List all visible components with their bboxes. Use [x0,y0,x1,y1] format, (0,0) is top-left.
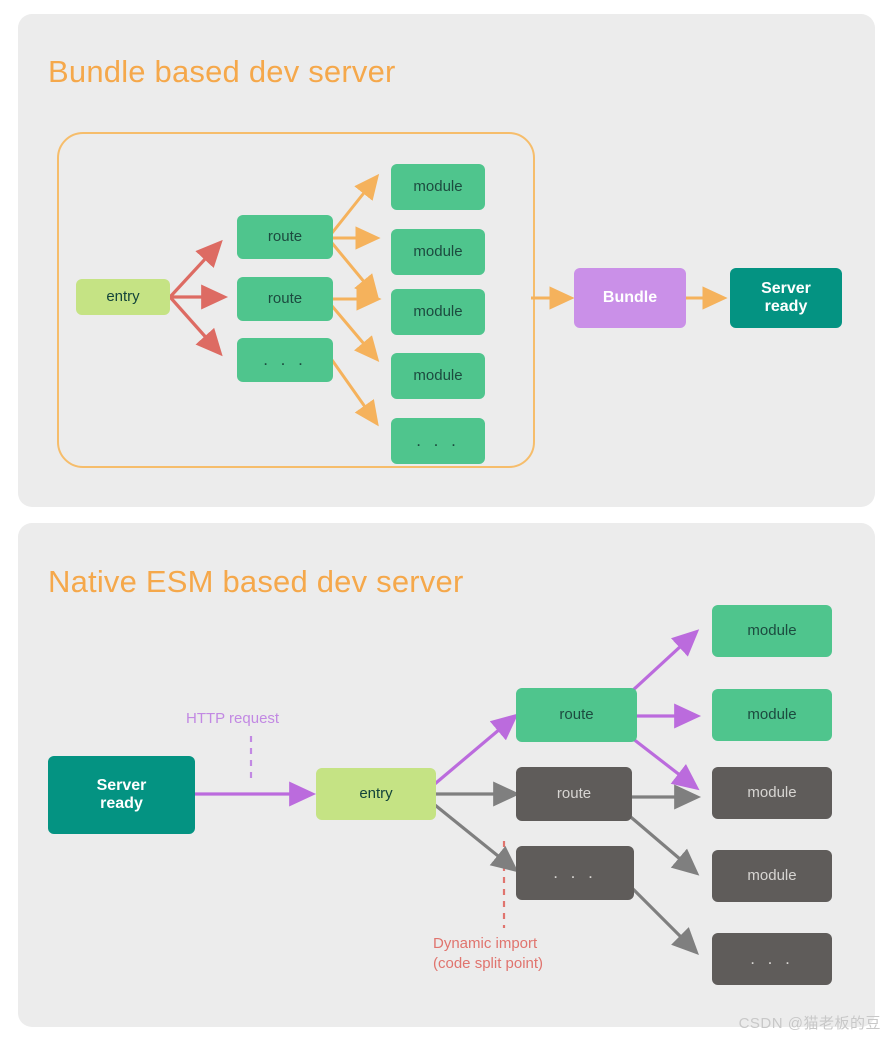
node-esm-module-3[interactable]: module [712,767,832,819]
node-bundle-module-1[interactable]: module [391,164,485,210]
node-bundle-module-3[interactable]: module [391,289,485,335]
node-bundle-route-1[interactable]: route [237,215,333,259]
node-bundle-module-5[interactable]: . . . [391,418,485,464]
node-esm-entry[interactable]: entry [316,768,436,820]
node-bundle-route-3[interactable]: . . . [237,338,333,382]
node-bundle-module-2[interactable]: module [391,229,485,275]
node-esm-module-4[interactable]: module [712,850,832,902]
panel-bundle-based-dev-server: Bundle based dev server entry route rout… [18,14,875,507]
node-esm-module-1[interactable]: module [712,605,832,657]
annotation-http-request: HTTP request [186,710,280,727]
csdn-watermark: CSDN @猫老板的豆 [738,1015,881,1032]
node-esm-module-5[interactable]: . . . [712,933,832,985]
node-esm-route-1[interactable]: route [516,688,637,742]
node-esm-route-3[interactable]: . . . [516,846,634,900]
node-bundle-entry[interactable]: entry [76,279,170,315]
node-esm-route-2[interactable]: route [516,767,632,821]
node-bundle-output[interactable]: Bundle [574,268,686,328]
node-esm-server-ready[interactable]: Server ready [48,756,195,834]
panel-title-bundle: Bundle based dev server [48,54,396,89]
panel-title-esm: Native ESM based dev server [48,564,464,599]
node-bundle-module-4[interactable]: module [391,353,485,399]
node-bundle-route-2[interactable]: route [237,277,333,321]
annotation-dynamic-import: Dynamic import (code split point) [433,935,544,972]
node-bundle-server-ready[interactable]: Server ready [730,268,842,328]
node-esm-module-2[interactable]: module [712,689,832,741]
